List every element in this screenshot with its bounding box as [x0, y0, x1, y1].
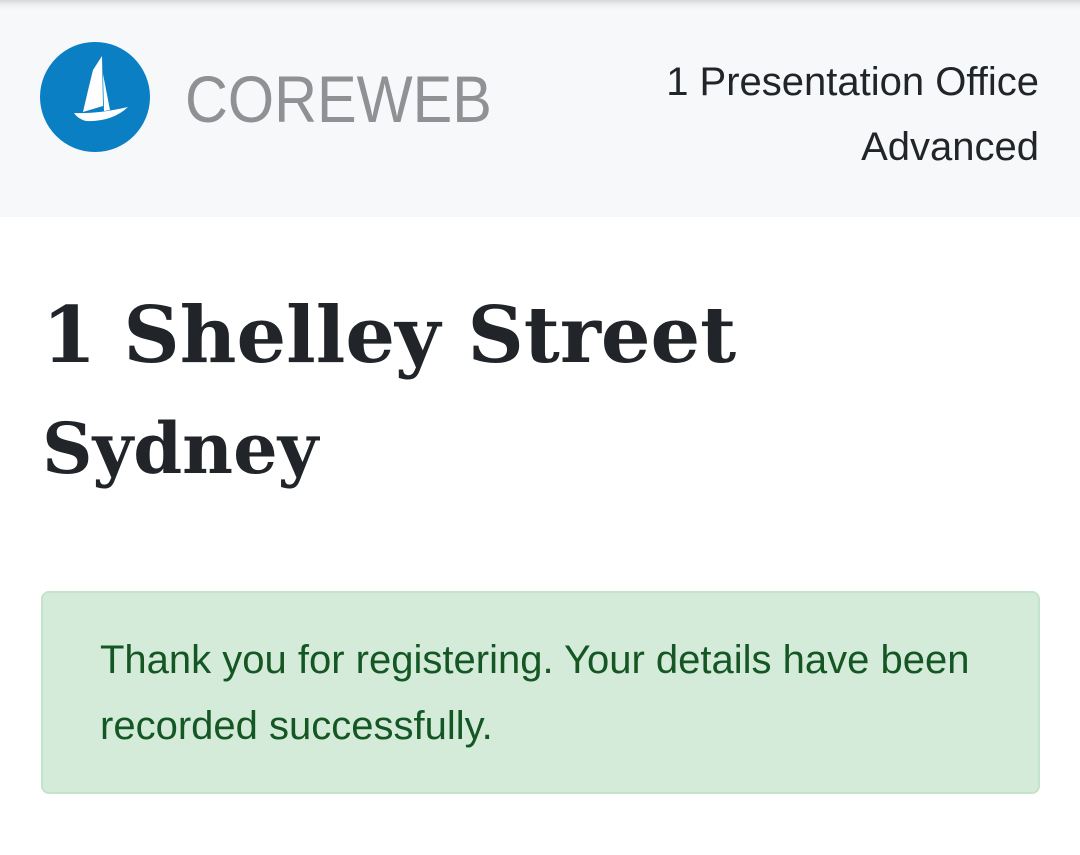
- street-address: 1 Shelley Street: [42, 290, 737, 381]
- brand-logo[interactable]: COREWEB: [40, 42, 526, 152]
- city-name: Sydney: [42, 407, 319, 490]
- site-header: COREWEB 1 Presentation Office Advanced: [0, 0, 1080, 217]
- header-title-line1: 1 Presentation Office: [666, 60, 1039, 104]
- success-message: Thank you for registering. Your details …: [100, 638, 970, 748]
- success-alert: Thank you for registering. Your details …: [41, 591, 1040, 794]
- top-edge-shadow: [0, 0, 1080, 10]
- location-address: 1 Shelley Street Sydney: [42, 290, 736, 494]
- sail-boat-logo-icon: [40, 42, 150, 152]
- brand-name: COREWEB: [185, 62, 492, 136]
- header-title-line2: Advanced: [861, 125, 1039, 169]
- header-title: 1 Presentation Office Advanced: [666, 50, 1039, 180]
